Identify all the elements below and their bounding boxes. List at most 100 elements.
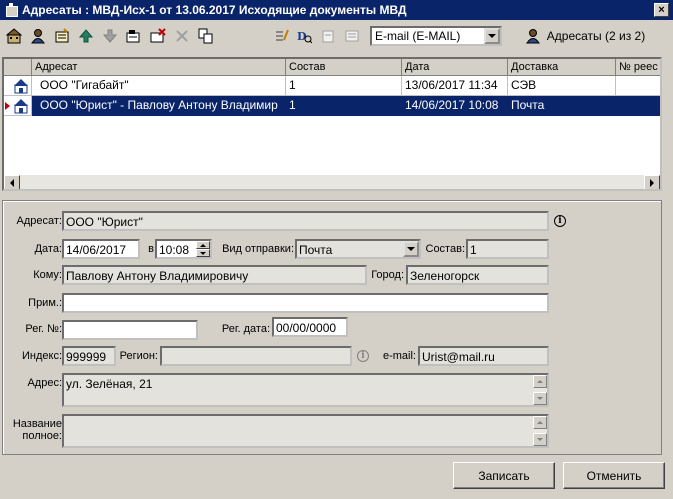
date-label: Дата:	[34, 243, 62, 255]
addressee-label: Адресат:	[16, 215, 62, 227]
cell-date: 13/06/2017 11:34	[402, 76, 508, 96]
save-button[interactable]: Записать	[453, 462, 555, 489]
move-down-icon[interactable]	[100, 26, 120, 46]
title-bar: Адресаты : МВД-Исх-1 от 13.06.2017 Исход…	[0, 0, 673, 20]
document-icon[interactable]	[318, 26, 338, 46]
cell-composition: 1	[286, 76, 402, 96]
region-field[interactable]	[160, 346, 352, 366]
region-info-icon[interactable]: i	[357, 350, 369, 362]
cell-registry	[616, 96, 660, 116]
to-label: Кому:	[33, 269, 62, 281]
note-label: Прим.:	[28, 297, 62, 309]
index-label: Индекс:	[21, 350, 62, 362]
horizontal-scrollbar[interactable]	[4, 175, 660, 189]
composition-field[interactable]: 1	[466, 239, 549, 259]
save-button-label: Записать	[478, 468, 530, 483]
cell-addressee: ООО "Гигабайт"	[32, 76, 286, 96]
header-indicator	[4, 59, 32, 76]
cell-delivery: Почта	[508, 96, 616, 116]
city-label: Город:	[371, 269, 404, 281]
send-type-value: Почта	[299, 243, 333, 257]
reg-date-label: Рег. дата:	[221, 323, 270, 335]
index-field[interactable]: 999999	[62, 346, 116, 366]
addressees-icon	[525, 29, 540, 44]
add-person-icon[interactable]	[28, 26, 48, 46]
reg-date-field[interactable]: 00/00/0000	[272, 317, 348, 337]
scroll-left-icon[interactable]	[4, 175, 20, 189]
cell-composition: 1	[286, 96, 402, 116]
row-indicator	[4, 96, 32, 116]
cell-registry	[616, 76, 660, 96]
delivery-method-select[interactable]: E-mail (E-MAIL)	[370, 26, 502, 46]
window-icon	[4, 3, 18, 17]
email-field[interactable]: Urist@mail.ru	[418, 346, 549, 366]
table-row-selected[interactable]: ООО "Юрист" - Павлову Антону Владимир 1 …	[4, 96, 660, 116]
add-list-icon[interactable]	[52, 26, 72, 46]
fullname-label-line1: Название	[12, 418, 62, 430]
scroll-up-icon[interactable]	[533, 416, 547, 429]
date-field[interactable]: 14/06/2017	[62, 239, 140, 259]
send-type-label: Вид отправки:	[222, 243, 294, 255]
header-date[interactable]: Дата	[402, 59, 508, 76]
time-label: в	[148, 243, 154, 255]
scroll-right-icon[interactable]	[644, 175, 660, 189]
fullname-label: Название полное:	[8, 418, 62, 442]
to-field[interactable]: Павлову Антону Владимировичу	[62, 265, 367, 285]
address-value: ул. Зелёная, 21	[66, 377, 153, 391]
header-delivery[interactable]: Доставка	[508, 59, 616, 76]
time-field[interactable]: 10:08	[155, 239, 212, 259]
addressee-field[interactable]: ООО "Юрист"	[62, 211, 549, 231]
row-indicator	[4, 76, 32, 96]
close-button[interactable]: ×	[654, 3, 669, 17]
fullname-label-line2: полное:	[22, 430, 62, 442]
reg-no-field[interactable]	[62, 320, 198, 340]
time-value: 10:08	[159, 243, 190, 257]
organization-icon	[14, 79, 28, 94]
header-addressee[interactable]: Адресат	[32, 59, 286, 76]
header-composition[interactable]: Состав	[286, 59, 402, 76]
current-row-arrow-icon	[5, 102, 10, 110]
time-up-icon[interactable]	[196, 241, 210, 249]
addressees-button[interactable]: Адресаты (2 из 2)	[512, 24, 658, 48]
send-type-select[interactable]: Почта	[295, 239, 421, 259]
header-registry[interactable]: № реес	[616, 59, 660, 76]
organization-icon	[14, 99, 28, 114]
edit-checklist-icon[interactable]	[272, 26, 292, 46]
search-document-icon[interactable]: D	[294, 26, 314, 46]
cancel-button-label: Отменить	[586, 468, 642, 483]
add-organization-icon[interactable]	[4, 26, 24, 46]
composition-label: Состав:	[425, 243, 466, 255]
chevron-down-icon[interactable]	[484, 28, 500, 44]
scroll-down-icon[interactable]	[533, 392, 547, 405]
move-up-icon[interactable]	[76, 26, 96, 46]
window-title: Адресаты : МВД-Исх-1 от 13.06.2017 Исход…	[22, 3, 407, 17]
form-icon[interactable]	[342, 26, 362, 46]
addressees-table: Адресат Состав Дата Доставка № реес ООО …	[2, 57, 662, 191]
table-row[interactable]: ООО "Гигабайт" 1 13/06/2017 11:34 СЭВ	[4, 76, 660, 96]
addressees-button-label: Адресаты (2 из 2)	[546, 29, 646, 43]
chevron-down-icon[interactable]	[403, 241, 419, 257]
cancel-button[interactable]: Отменить	[563, 462, 665, 489]
fullname-scrollbar[interactable]	[533, 416, 547, 446]
cell-delivery: СЭВ	[508, 76, 616, 96]
delete-item-icon[interactable]	[148, 26, 168, 46]
delivery-method-value: E-mail (E-MAIL)	[375, 29, 461, 43]
fullname-field[interactable]	[62, 414, 549, 448]
info-icon[interactable]: i	[554, 215, 566, 227]
cell-addressee: ООО "Юрист" - Павлову Антону Владимир	[32, 96, 286, 116]
address-scrollbar[interactable]	[533, 375, 547, 405]
email-label: e-mail:	[382, 350, 416, 362]
address-label: Адрес:	[27, 377, 62, 389]
city-field[interactable]: Зеленогорск	[406, 265, 549, 285]
address-field[interactable]: ул. Зелёная, 21	[62, 373, 549, 407]
time-down-icon[interactable]	[196, 249, 210, 257]
open-folder-icon[interactable]	[124, 26, 144, 46]
table-header: Адресат Состав Дата Доставка № реес	[4, 59, 660, 76]
reg-no-label: Рег. №:	[25, 323, 62, 335]
delete-icon[interactable]	[172, 26, 192, 46]
cell-date: 14/06/2017 10:08	[402, 96, 508, 116]
scroll-up-icon[interactable]	[533, 375, 547, 388]
copy-icon[interactable]	[196, 26, 216, 46]
note-field[interactable]	[62, 293, 549, 313]
scroll-down-icon[interactable]	[533, 433, 547, 446]
